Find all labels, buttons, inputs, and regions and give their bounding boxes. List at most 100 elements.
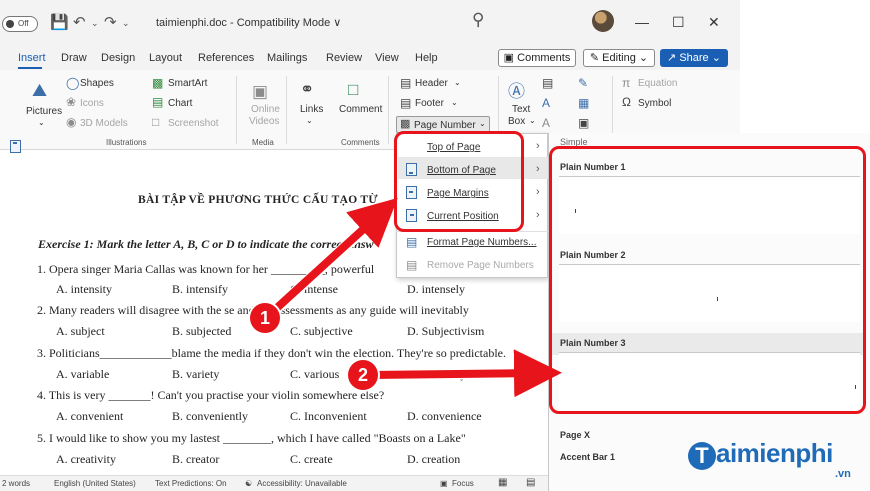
equation-button[interactable]: Equation [638, 78, 677, 89]
ribbon-separator [286, 76, 287, 144]
header-icon: ▤ [400, 76, 412, 90]
smartart-button[interactable]: SmartArt [168, 78, 207, 89]
online-videos-label-1[interactable]: Online [251, 104, 280, 115]
search-icon[interactable]: ⚲ [472, 10, 484, 30]
accessibility-status[interactable]: Accessibility: Unavailable [257, 479, 347, 488]
ribbon-separator [388, 76, 389, 144]
ribbon-separator [236, 76, 237, 144]
equation-icon: π [622, 76, 631, 90]
autosave-toggle[interactable]: Off [2, 16, 38, 32]
icons-icon: ❀ [66, 95, 77, 109]
footer-dropdown-icon[interactable]: ⌄ [451, 98, 458, 107]
group-label-illustrations: Illustrations [106, 138, 147, 147]
screenshot-icon: □ [152, 115, 160, 129]
share-button[interactable]: ↗ Share ⌄ [660, 49, 728, 67]
footer-button[interactable]: Footer [415, 98, 444, 109]
undo-icon[interactable]: ↶ [73, 13, 86, 31]
links-button[interactable]: Links [300, 104, 323, 115]
cube-icon: ◉ [66, 115, 77, 129]
screenshot-button[interactable]: Screenshot [168, 118, 219, 129]
pictures-icon[interactable]: ⛰ [32, 80, 47, 101]
text-predictions-status[interactable]: Text Predictions: On [155, 479, 227, 488]
chevron-right-icon: › [536, 163, 540, 175]
text-box-dropdown-icon[interactable]: ⌄ [529, 116, 536, 125]
object-icon[interactable]: ▣ [578, 116, 589, 130]
annotation-box-menu [394, 131, 524, 232]
q2-option-a: A. subject [56, 324, 105, 338]
chart-icon: ▤ [152, 95, 164, 109]
page-number-icon: ▩ [400, 118, 411, 130]
shapes-button[interactable]: Shapes [80, 78, 114, 89]
q5-option-d: D. creation [407, 452, 461, 466]
menu-item-format-page-numbers[interactable]: Format Page Numbers... [427, 237, 536, 248]
chevron-down-icon: ⌄ [711, 52, 721, 64]
gallery-item-page-x-label: Page X [560, 430, 591, 440]
share-icon: ↗ [667, 52, 677, 64]
tab-draw[interactable]: Draw [61, 52, 87, 64]
quick-parts-icon[interactable]: ▤ [542, 76, 553, 90]
question-5: 5. I would like to show you my lastest _… [37, 431, 466, 445]
text-box-label-1[interactable]: Text [512, 104, 530, 115]
document-title[interactable]: taimienphi.doc - Compatibility Mode ∨ [156, 16, 341, 29]
language-status[interactable]: English (United States) [54, 479, 136, 488]
date-time-icon[interactable]: ▦ [578, 96, 589, 110]
save-icon[interactable]: 💾 [50, 13, 69, 31]
annotation-badge-1: 1 [250, 303, 280, 333]
q3-option-b: B. variety [172, 367, 220, 381]
q2-option-c: C. subjective [290, 324, 353, 338]
tab-view[interactable]: View [375, 52, 399, 64]
tab-design[interactable]: Design [101, 52, 135, 64]
symbol-button[interactable]: Symbol [638, 98, 671, 109]
q3-option-c: C. various [290, 367, 340, 381]
comments-button[interactable]: ▣ Comments [498, 49, 576, 67]
comments-label: Comments [517, 52, 571, 64]
close-icon[interactable]: ✕ [708, 14, 720, 31]
tab-layout[interactable]: Layout [149, 52, 182, 64]
q4-option-a: A. convenient [56, 409, 124, 423]
header-button[interactable]: Header [415, 78, 448, 89]
user-avatar[interactable] [592, 10, 614, 32]
wordart-icon[interactable]: A [542, 96, 550, 110]
comment-add-icon: □ [348, 80, 359, 99]
3d-models-button[interactable]: 3D Models [80, 118, 128, 129]
gallery-item-accent-bar-1-label: Accent Bar 1 [560, 452, 616, 462]
redo-icon[interactable]: ↷ [104, 13, 117, 31]
q3-option-d: D. variously [407, 367, 467, 381]
annotation-badge-2: 2 [348, 360, 378, 390]
focus-button[interactable]: Focus [452, 479, 474, 488]
omega-icon: Ω [622, 95, 631, 109]
drop-cap-icon[interactable]: A [542, 116, 550, 130]
quick-access-chevron-icon[interactable]: ⌄ [122, 18, 130, 29]
editing-mode-button[interactable]: ✎ Editing ⌄ [583, 49, 655, 67]
chart-button[interactable]: Chart [168, 98, 192, 109]
tab-review[interactable]: Review [326, 52, 362, 64]
online-videos-icon: ▣ [252, 82, 269, 101]
comment-button[interactable]: Comment [339, 104, 382, 115]
links-dropdown-icon[interactable]: ⌄ [306, 116, 313, 125]
tab-mailings[interactable]: Mailings [267, 52, 307, 64]
q1-option-d: D. intensely [407, 282, 465, 296]
q4-option-d: D. convenience [407, 409, 482, 423]
q4-option-b: B. conveniently [172, 409, 248, 423]
tab-help[interactable]: Help [415, 52, 438, 64]
signature-line-icon[interactable]: ✎ [578, 76, 588, 90]
text-box-label-2[interactable]: Box [508, 116, 525, 127]
q5-option-b: B. creator [172, 452, 220, 466]
online-videos-label-2[interactable]: Videos [249, 116, 279, 127]
icons-button[interactable]: Icons [80, 98, 104, 109]
tab-references[interactable]: References [198, 52, 254, 64]
chevron-down-icon: ⌄ [638, 52, 649, 64]
pictures-button[interactable]: Pictures [26, 106, 62, 117]
pictures-dropdown-icon[interactable]: ⌄ [38, 118, 45, 127]
logo-text: aimienphi [716, 438, 833, 468]
word-count[interactable]: 2 words [2, 479, 30, 488]
undo-dropdown-icon[interactable]: ⌄ [91, 18, 99, 29]
print-layout-icon[interactable]: ▤ [526, 477, 535, 488]
maximize-icon[interactable]: ☐ [672, 14, 685, 31]
header-dropdown-icon[interactable]: ⌄ [454, 78, 461, 87]
tab-insert[interactable]: Insert [18, 52, 46, 64]
exercise-title: Exercise 1: Mark the letter A, B, C or D… [38, 237, 374, 251]
text-box-icon: Ⓐ [508, 82, 525, 101]
read-mode-icon[interactable]: ▦ [498, 477, 507, 488]
minimize-icon[interactable]: — [635, 14, 649, 30]
